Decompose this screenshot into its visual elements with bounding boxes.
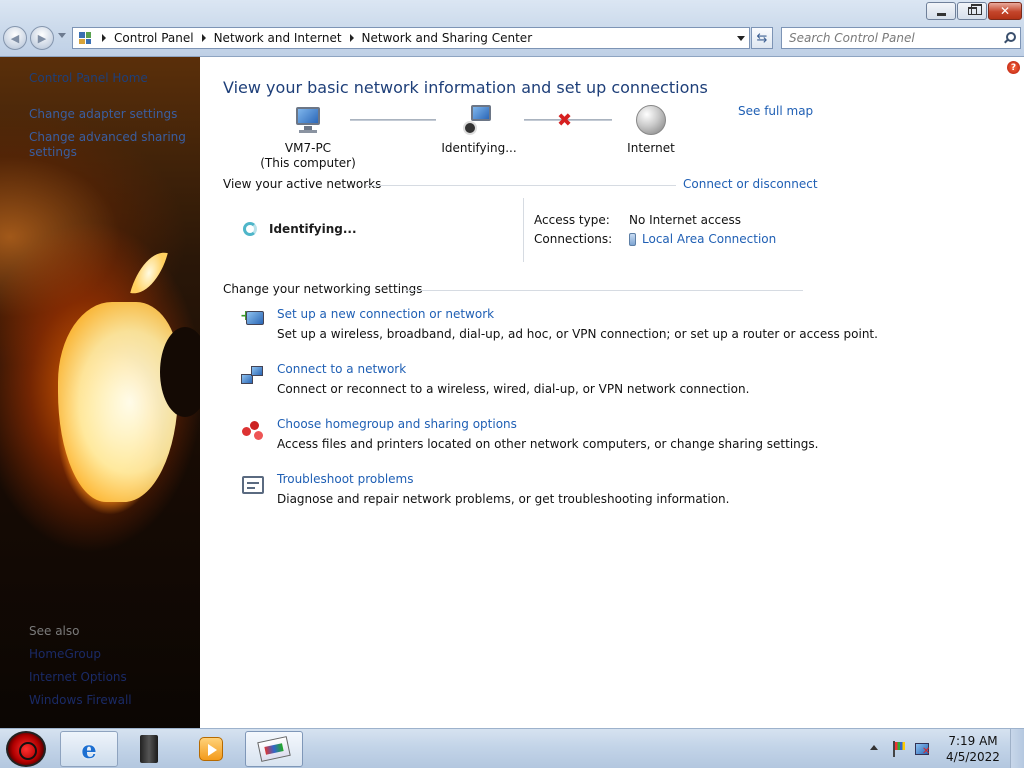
windows-firewall-link[interactable]: Windows Firewall — [29, 693, 132, 707]
see-full-map-link[interactable]: See full map — [738, 104, 813, 118]
back-arrow-icon: ◀ — [10, 31, 20, 45]
active-networks-heading: View your active networks — [223, 177, 388, 191]
homegroup-link[interactable]: HomeGroup — [29, 647, 101, 661]
busy-spinner-icon — [243, 222, 257, 236]
help-icon[interactable]: ? — [1007, 61, 1020, 74]
task-description: Diagnose and repair network problems, or… — [277, 492, 730, 506]
main-content: ? View your basic network information an… — [200, 57, 1024, 728]
taskbar-media-player[interactable] — [182, 731, 240, 767]
close-button[interactable]: ✕ — [988, 2, 1022, 20]
forward-arrow-icon: ▶ — [37, 31, 47, 45]
window-chrome: ✕ ◀ ▶ Control Panel Network and Internet… — [0, 0, 1024, 57]
forward-button[interactable]: ▶ — [30, 26, 54, 50]
see-also-heading: See also — [29, 624, 80, 638]
restore-button[interactable] — [957, 2, 987, 20]
computer-icon — [292, 105, 324, 137]
taskbar-internet-explorer[interactable]: e — [60, 731, 118, 767]
change-advanced-sharing-settings-link[interactable]: Change advanced sharing settings — [29, 130, 199, 160]
map-node-identifying[interactable]: Identifying... — [436, 105, 522, 156]
change-adapter-settings-link[interactable]: Change adapter settings — [29, 107, 177, 121]
setup-connection-link[interactable]: Set up a new connection or network — [277, 307, 494, 321]
start-button[interactable] — [6, 731, 46, 767]
breadcrumb-network-sharing-center[interactable]: Network and Sharing Center — [362, 31, 533, 45]
search-icon[interactable] — [1003, 32, 1016, 44]
section-divider — [366, 185, 676, 186]
troubleshoot-problems-link[interactable]: Troubleshoot problems — [277, 472, 413, 486]
vertical-divider — [523, 198, 524, 262]
map-node-internet[interactable]: Internet — [618, 105, 684, 156]
taskbar: e 7:19 AM 4/5/2022 — [0, 728, 1024, 768]
ethernet-icon — [629, 232, 636, 246]
wallpaper-apple-leaf — [130, 246, 168, 300]
taskbar-control-panel[interactable] — [245, 731, 303, 767]
identifying-network-icon — [463, 105, 495, 137]
control-panel-home-link[interactable]: Control Panel Home — [29, 71, 148, 85]
breadcrumb-network-and-internet[interactable]: Network and Internet — [214, 31, 342, 45]
connect-to-network-link[interactable]: Connect to a network — [277, 362, 406, 376]
media-player-icon — [199, 737, 223, 761]
access-type-value: No Internet access — [629, 213, 742, 227]
page-title: View your basic network information and … — [223, 78, 708, 97]
homegroup-sharing-link[interactable]: Choose homegroup and sharing options — [277, 417, 517, 431]
explorer-icon — [140, 735, 158, 763]
action-center-flag-icon[interactable] — [892, 741, 906, 757]
show-hidden-icons-chevron-icon[interactable] — [870, 745, 878, 750]
task-description: Connect or reconnect to a wireless, wire… — [277, 382, 750, 396]
internet-options-link[interactable]: Internet Options — [29, 670, 127, 684]
access-type-label: Access type: — [534, 213, 610, 227]
section-divider — [405, 290, 803, 291]
recent-pages-chevron-icon[interactable] — [58, 33, 66, 38]
globe-icon — [635, 105, 667, 137]
back-button[interactable]: ◀ — [3, 26, 27, 50]
troubleshoot-icon — [240, 474, 266, 498]
identifying-label: Identifying... — [441, 141, 517, 155]
homegroup-icon — [240, 419, 266, 443]
map-node-this-computer[interactable]: VM7-PC (This computer) — [258, 105, 358, 171]
search-box[interactable] — [781, 27, 1021, 49]
task-description: Set up a wireless, broadband, dial-up, a… — [277, 327, 878, 341]
internet-label: Internet — [627, 141, 675, 155]
show-desktop-button[interactable] — [1010, 729, 1024, 768]
clock-date: 4/5/2022 — [946, 750, 1000, 764]
network-status-icon[interactable] — [915, 741, 931, 757]
minimize-icon — [936, 12, 946, 16]
networking-settings-heading: Change your networking settings — [223, 282, 429, 296]
map-connection-line — [350, 119, 436, 121]
task-description: Access files and printers located on oth… — [277, 437, 819, 451]
internet-explorer-icon: e — [81, 734, 97, 764]
refresh-icon: ⇆ — [756, 30, 768, 46]
address-dropdown-icon[interactable] — [737, 36, 745, 41]
breadcrumb-separator-icon[interactable] — [102, 34, 106, 42]
left-navigation-pane: Control Panel Home Change adapter settin… — [0, 57, 200, 728]
active-network-status: Identifying... — [269, 222, 357, 236]
wallpaper-apple-glow — [58, 302, 178, 502]
control-panel-icon — [257, 736, 291, 762]
no-connection-x-icon: ✖ — [557, 110, 573, 131]
refresh-button[interactable]: ⇆ — [751, 27, 773, 49]
computer-sub-label: (This computer) — [260, 156, 356, 170]
computer-name-label: VM7-PC — [284, 141, 332, 155]
system-clock[interactable]: 7:19 AM 4/5/2022 — [940, 733, 1006, 765]
connection-name[interactable]: Local Area Connection — [642, 232, 776, 246]
clock-time: 7:19 AM — [948, 734, 998, 748]
new-connection-icon: + — [240, 309, 266, 333]
breadcrumb-separator-icon[interactable] — [201, 34, 206, 42]
address-bar[interactable]: Control Panel Network and Internet Netwo… — [72, 27, 750, 49]
close-icon: ✕ — [999, 4, 1011, 18]
connect-or-disconnect-link[interactable]: Connect or disconnect — [683, 177, 818, 191]
minimize-button[interactable] — [926, 2, 956, 20]
search-input[interactable] — [789, 31, 1003, 45]
connections-label: Connections: — [534, 232, 613, 246]
taskbar-windows-explorer[interactable] — [120, 731, 178, 767]
breadcrumb-separator-icon[interactable] — [349, 34, 354, 42]
restore-icon — [967, 4, 982, 15]
local-area-connection-link[interactable]: Local Area Connection — [629, 232, 776, 246]
breadcrumb-control-panel[interactable]: Control Panel — [114, 31, 194, 45]
control-panel-icon — [76, 29, 94, 47]
connect-network-icon — [240, 364, 266, 388]
